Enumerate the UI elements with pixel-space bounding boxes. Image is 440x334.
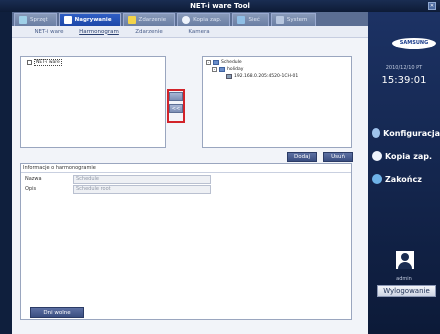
tree-item-netiware[interactable]: NET-i ware bbox=[27, 59, 159, 66]
subnav-event[interactable]: Zdarzenie bbox=[126, 29, 172, 35]
divider bbox=[21, 172, 351, 173]
close-icon[interactable]: ✕ bbox=[428, 2, 436, 10]
backup-button[interactable]: Kopia zap. bbox=[372, 148, 440, 164]
device-tree-panel: NET-i ware bbox=[20, 56, 166, 148]
days-off-button[interactable]: Dni wolne bbox=[30, 307, 84, 318]
schedule-tree-panel: - Schedule - holiday 192.168.0.205:4520-… bbox=[202, 56, 352, 148]
info-title: Informacje o harmonogramie bbox=[23, 165, 96, 171]
delete-button[interactable]: Usuń bbox=[323, 152, 353, 162]
backup-icon bbox=[182, 16, 191, 24]
tab-network[interactable]: Sieć bbox=[232, 13, 269, 26]
exit-button[interactable]: Zakończ bbox=[372, 171, 440, 187]
checkbox-icon[interactable] bbox=[27, 60, 32, 65]
collapse-icon[interactable]: - bbox=[206, 60, 211, 65]
subnav-netiware[interactable]: NET-i ware bbox=[26, 29, 72, 35]
add-button[interactable]: Dodaj bbox=[287, 152, 317, 162]
title-bar: NET-i ware Tool ✕ bbox=[0, 0, 440, 12]
tab-event[interactable]: Zdarzenie bbox=[122, 13, 176, 26]
tree-item-camera[interactable]: 192.168.0.205:4520-1CH-01 bbox=[206, 73, 348, 80]
record-icon bbox=[63, 16, 72, 24]
tree-item-label: NET-i ware bbox=[34, 59, 62, 66]
username: admin bbox=[396, 276, 412, 282]
power-icon bbox=[372, 174, 382, 184]
tree-item-holiday[interactable]: - holiday bbox=[206, 66, 348, 73]
highlight-box bbox=[167, 89, 185, 123]
folder-icon bbox=[213, 60, 219, 65]
schedule-info-panel: Informacje o harmonogramie Nazwa Schedul… bbox=[20, 163, 352, 320]
hardware-icon bbox=[19, 16, 27, 24]
tab-hardware[interactable]: Sprzęt bbox=[14, 13, 57, 26]
tree-item-schedule[interactable]: - Schedule bbox=[206, 59, 348, 66]
date-display: 2010/12/10 PT bbox=[385, 65, 423, 71]
collapse-icon[interactable]: - bbox=[212, 67, 217, 72]
event-icon bbox=[127, 16, 136, 24]
name-field[interactable]: Schedule bbox=[73, 175, 211, 184]
backup-icon bbox=[372, 151, 382, 161]
samsung-logo: SAMSUNG bbox=[392, 38, 436, 49]
user-avatar-icon bbox=[396, 251, 414, 269]
name-label: Nazwa bbox=[25, 176, 42, 182]
network-icon bbox=[237, 16, 246, 24]
tab-bar: Sprzęt Nagrywanie Zdarzenie Kopia zap. S… bbox=[12, 12, 368, 26]
subnav-camera[interactable]: Kamera bbox=[176, 29, 222, 35]
time-display: 15:39:01 bbox=[381, 75, 427, 86]
window-title: NET-i ware Tool bbox=[190, 2, 250, 10]
sub-navigation: NET-i ware Harmonogram Zdarzenie Kamera bbox=[12, 26, 368, 38]
folder-icon bbox=[219, 67, 225, 72]
subnav-schedule[interactable]: Harmonogram bbox=[76, 29, 122, 35]
configuration-button[interactable]: Konfiguracja bbox=[372, 125, 440, 141]
tab-backup[interactable]: Kopia zap. bbox=[177, 13, 231, 26]
gear-icon bbox=[372, 128, 381, 138]
logout-button[interactable]: Wylogowanie bbox=[377, 285, 436, 297]
description-label: Opis bbox=[25, 186, 37, 192]
system-icon bbox=[275, 16, 284, 24]
tab-system[interactable]: System bbox=[270, 13, 317, 26]
camera-icon bbox=[226, 74, 232, 79]
tab-recording[interactable]: Nagrywanie bbox=[58, 13, 121, 26]
description-field[interactable]: Schedule root bbox=[73, 185, 211, 194]
